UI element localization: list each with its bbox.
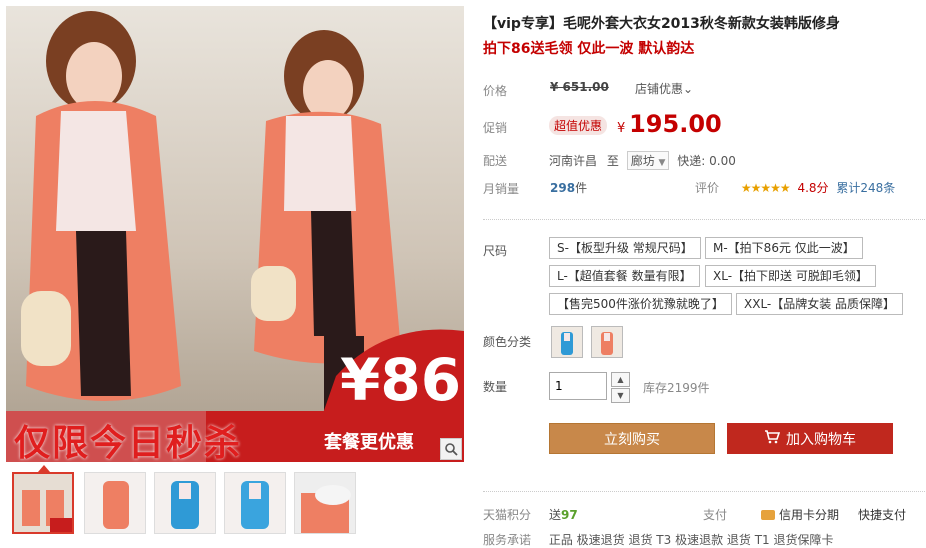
quantity-increase-button[interactable]: ▲ [611, 372, 630, 387]
ship-from: 河南许昌 [549, 154, 598, 168]
ship-destination: 廊坊 [630, 154, 655, 168]
banner-combo: 套餐更优惠 [324, 432, 414, 453]
quick-pay[interactable]: 快捷支付 [858, 506, 906, 523]
product-info: 【vip专享】毛呢外套大衣女2013秋冬新款女装韩版修身 拍下86送毛领 仅此一… [483, 0, 925, 547]
size-label: 尺码 [483, 244, 508, 258]
banner-slogan: 仅限今日秒杀 [14, 423, 243, 462]
size-option-xl[interactable]: XL-【拍下即送 可脱卸毛领】 [705, 265, 876, 287]
stock-count: 库存2199件 [643, 381, 710, 395]
price-label: 价格 [483, 84, 508, 98]
thumbnail-3[interactable] [154, 472, 216, 534]
thumbnail-4[interactable] [224, 472, 286, 534]
rating-score: 4.8分 [797, 181, 829, 195]
credit-label: 信用卡分期 [779, 508, 840, 522]
banner-price: ¥86 [340, 346, 462, 414]
shipping-info: 河南许昌 至 廊坊 ▼ 快递: 0.00 [549, 151, 736, 170]
add-to-cart-label: 加入购物车 [786, 431, 856, 448]
quantity-input[interactable] [549, 372, 607, 400]
divider [483, 491, 925, 492]
pay-label: 支付 [703, 508, 728, 522]
color-swatch-blue[interactable] [551, 326, 583, 358]
promo-label: 促销 [483, 121, 508, 135]
product-subtitle: 拍下86送毛领 仅此一波 默认韵达 [483, 41, 695, 57]
size-option-l[interactable]: L-【超值套餐 数量有限】 [549, 265, 700, 287]
rating-label: 评价 [695, 181, 720, 195]
size-option-sold-out[interactable]: 【售完500件涨价犹豫就晚了】 [549, 293, 732, 315]
ship-fee: 快递: 0.00 [677, 154, 736, 168]
sales-label: 月销量 [483, 182, 520, 196]
ship-destination-select[interactable]: 廊坊 ▼ [626, 151, 670, 170]
quantity-decrease-button[interactable]: ▼ [611, 388, 630, 403]
gallery: ¥86 仅限今日秒杀 套餐更优惠 [0, 0, 470, 540]
currency-symbol: ¥ [617, 121, 626, 136]
service-text: 正品 极速退货 退货 T3 极速退款 退货 T1 退货保障卡 [548, 533, 834, 547]
ship-to-word: 至 [606, 154, 619, 168]
points-info: 送97 [549, 506, 578, 523]
cart-icon [764, 429, 781, 448]
rating: 评价 ★★★★★ 4.8分 累计248条 [695, 179, 895, 196]
product-title: 【vip专享】毛呢外套大衣女2013秋冬新款女装韩版修身 [483, 16, 840, 32]
promo-price-value: 195.00 [629, 110, 722, 138]
monthly-sales: 298件 [550, 179, 587, 196]
buy-now-label: 立刻购买 [604, 431, 660, 448]
add-to-cart-button[interactable]: 加入购物车 [727, 423, 893, 454]
thumbnail-2[interactable] [84, 472, 146, 534]
credit-installment[interactable]: 信用卡分期 [761, 506, 839, 523]
thumb-active-caret [38, 465, 50, 472]
points-prefix: 送 [549, 508, 562, 522]
points-value: 97 [561, 508, 578, 522]
quantity-label: 数量 [483, 380, 508, 394]
sales-unit: 件 [575, 181, 588, 195]
service-label: 服务承诺 [483, 533, 532, 547]
divider [483, 219, 925, 220]
size-option-s[interactable]: S-【板型升级 常规尺码】 [549, 237, 701, 259]
color-label: 颜色分类 [483, 335, 532, 349]
rating-total-link[interactable]: 累计248条 [836, 181, 895, 195]
main-product-image[interactable]: ¥86 仅限今日秒杀 套餐更优惠 [6, 6, 464, 462]
color-swatch-orange[interactable] [591, 326, 623, 358]
thumbnail-5[interactable] [294, 472, 356, 534]
chevron-down-icon: ▼ [658, 158, 666, 168]
size-option-xxl[interactable]: XXL-【品牌女装 品质保障】 [736, 293, 904, 315]
sales-count: 298 [550, 181, 576, 195]
magnifier-icon[interactable] [440, 438, 462, 460]
promo-badge: 超值优惠 [549, 116, 608, 135]
original-price: ¥ 651.00 [550, 80, 609, 94]
thumbnail-1[interactable] [12, 472, 74, 534]
shipping-label: 配送 [483, 154, 508, 168]
shop-deal-dropdown[interactable]: 店铺优惠⌄ [635, 80, 693, 97]
promo-price: ¥ 195.00 [617, 110, 722, 138]
points-label: 天猫积分 [483, 508, 532, 522]
star-icon: ★★★★★ [740, 181, 791, 195]
buy-now-button[interactable]: 立刻购买 [549, 423, 715, 454]
size-option-m[interactable]: M-【拍下86元 仅此一波】 [705, 237, 863, 259]
original-price-value: ¥ 651.00 [550, 80, 609, 94]
credit-card-icon [761, 510, 775, 520]
